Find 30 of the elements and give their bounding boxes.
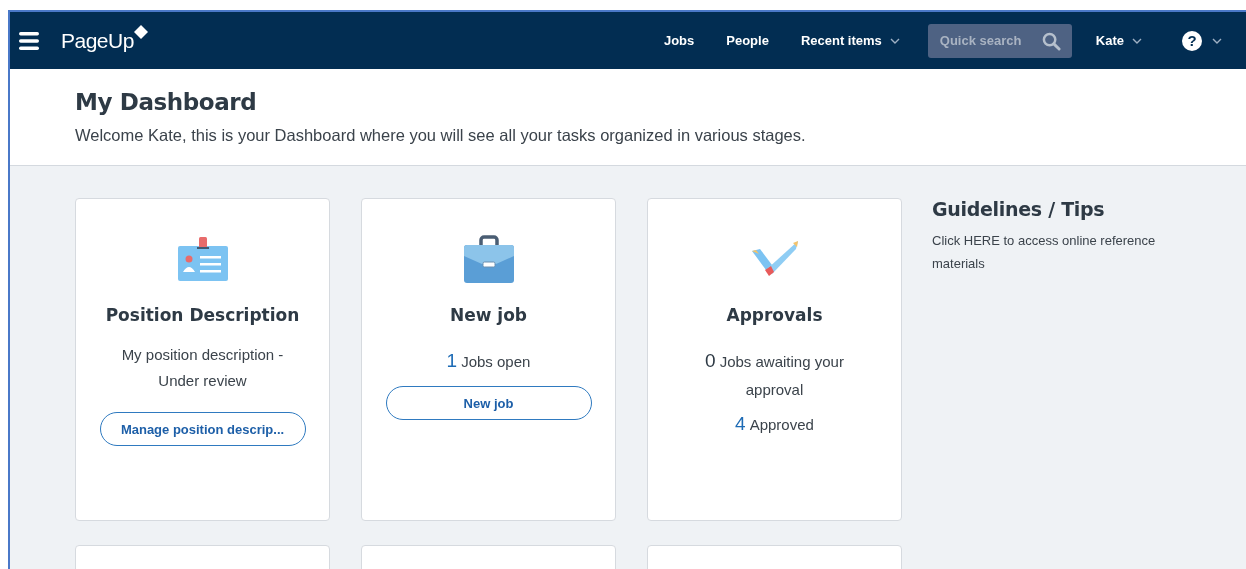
guidelines-title: Guidelines / Tips: [932, 198, 1106, 220]
user-menu[interactable]: Kate: [1095, 33, 1142, 48]
chevron-down-icon: [889, 37, 900, 44]
logo-text[interactable]: PageUp: [61, 28, 134, 53]
count-text: 0: [705, 350, 716, 371]
card-action-button[interactable]: New job: [385, 386, 592, 420]
guidelines-link[interactable]: Click HERE to access online reference materials: [932, 229, 1202, 275]
count-link[interactable]: 4: [735, 413, 746, 434]
nav-link[interactable]: Recent items: [800, 33, 900, 48]
card-title: New job: [449, 305, 528, 325]
briefcase-icon: [463, 235, 514, 283]
id-badge-icon: [177, 235, 228, 283]
quick-search-field[interactable]: Quick search: [927, 23, 1072, 58]
nav-link[interactable]: People: [726, 33, 769, 48]
stat-label: Jobs open: [461, 353, 531, 370]
chevron-down-icon: [1212, 37, 1222, 44]
diamond-icon: [133, 24, 148, 39]
search-icon[interactable]: [1041, 31, 1061, 51]
card-action-button[interactable]: Manage position descrip...: [99, 412, 306, 446]
stat-label: Approved: [749, 416, 814, 433]
card-description: My position description - Under review: [120, 345, 285, 391]
stat-label: Jobs awaiting your approval: [719, 353, 844, 398]
page-title: My Dashboard: [75, 89, 258, 115]
menu-icon[interactable]: [19, 31, 39, 50]
welcome-text: Welcome Kate, this is your Dashboard where you will see all your tasks organized in various stages.: [75, 126, 807, 145]
card-title: Position Description: [105, 305, 300, 325]
count-link[interactable]: 1: [446, 350, 458, 371]
nav-link[interactable]: Jobs: [663, 33, 695, 48]
chevron-down-icon: [1132, 37, 1142, 44]
card-title: Approvals: [726, 305, 823, 325]
